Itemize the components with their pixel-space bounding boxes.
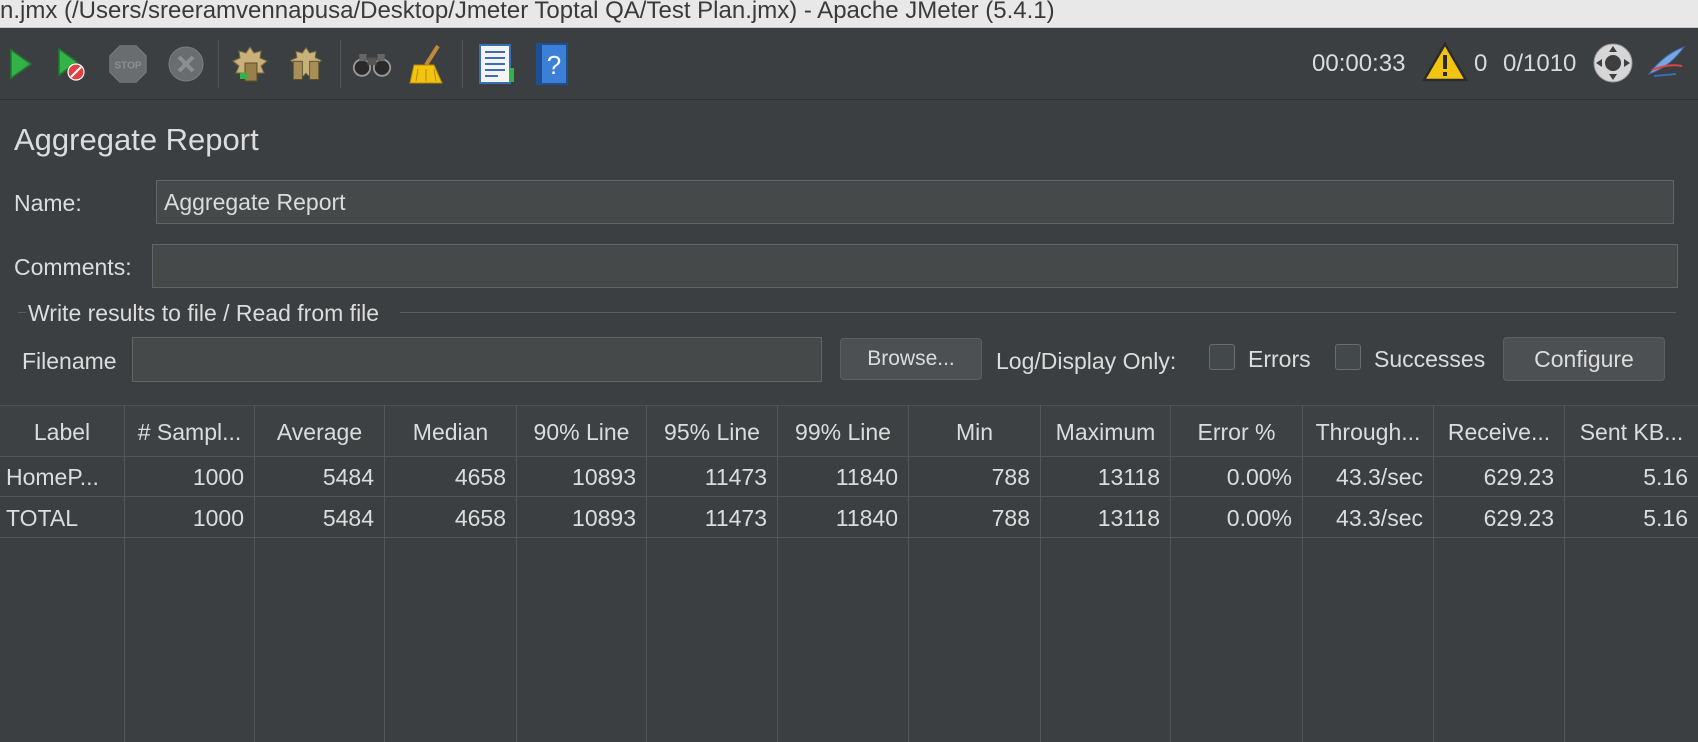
column-header-samples[interactable]: # Sampl... [125, 406, 254, 458]
column-header-median[interactable]: Median [385, 406, 516, 458]
clear-icon[interactable] [230, 42, 270, 86]
column-divider [908, 405, 909, 742]
table-cell: 4658 [454, 504, 506, 531]
column-header-label[interactable]: Label [0, 406, 124, 458]
table-cell: 1000 [192, 463, 244, 490]
window-title: n.jmx (/Users/sreeramvennapusa/Desktop/J… [0, 0, 1055, 24]
table-cell: 13118 [1097, 504, 1160, 531]
results-table: Label # Sampl... Average Median 90% Line… [0, 405, 1698, 742]
column-divider [646, 405, 647, 742]
comments-field[interactable] [152, 244, 1678, 288]
table-cell: HomeP... [6, 463, 99, 490]
column-header-maximum[interactable]: Maximum [1041, 406, 1170, 458]
table-cell: 4658 [454, 463, 506, 490]
clear-all-icon[interactable] [286, 42, 326, 86]
toolbar-separator [340, 40, 341, 88]
name-label: Name: [14, 190, 82, 216]
filename-field[interactable] [132, 337, 822, 382]
table-cell: 43.3/sec [1336, 504, 1423, 531]
table-cell: 10893 [572, 504, 636, 531]
shutdown-icon[interactable] [166, 42, 206, 86]
column-divider [1564, 405, 1565, 742]
svg-text:?: ? [547, 50, 561, 80]
comments-label: Comments: [14, 254, 132, 280]
table-cell: 11840 [835, 463, 898, 490]
start-icon[interactable] [0, 42, 40, 86]
table-cell: 10893 [572, 463, 636, 490]
table-cell: 629.23 [1483, 504, 1554, 531]
column-header-throughput[interactable]: Through... [1303, 406, 1433, 458]
column-header-95-line[interactable]: 95% Line [647, 406, 777, 458]
column-divider [124, 405, 125, 742]
column-divider [516, 405, 517, 742]
table-cell: 5.16 [1643, 504, 1688, 531]
table-cell: 11473 [704, 504, 767, 531]
column-header-error-percent[interactable]: Error % [1171, 406, 1302, 458]
name-field[interactable] [156, 180, 1674, 224]
table-cell: 5484 [322, 504, 374, 531]
toolbar-separator [218, 40, 219, 88]
column-divider [1040, 405, 1041, 742]
browse-button[interactable]: Browse... [840, 338, 982, 380]
column-header-sent[interactable]: Sent KB... [1565, 406, 1698, 458]
table-cell: 1000 [192, 504, 244, 531]
file-group-title: Write results to file / Read from file [28, 300, 380, 326]
table-cell: 13118 [1097, 463, 1160, 490]
toolbar-separator [462, 40, 463, 88]
log-display-label: Log/Display Only: [996, 348, 1177, 374]
column-header-90-line[interactable]: 90% Line [517, 406, 646, 458]
column-divider [384, 405, 385, 742]
jmeter-feather-icon [1646, 44, 1686, 85]
reset-search-icon[interactable] [408, 42, 448, 86]
warning-icon[interactable] [1421, 41, 1469, 87]
table-cell: 5484 [322, 463, 374, 490]
column-divider [1302, 405, 1303, 742]
table-cell: 788 [991, 463, 1030, 490]
table-cell: 0.00% [1226, 463, 1292, 490]
errors-checkbox[interactable] [1209, 344, 1235, 370]
column-header-received[interactable]: Receive... [1434, 406, 1564, 458]
remote-engines-icon[interactable] [1592, 42, 1634, 89]
column-header-min[interactable]: Min [909, 406, 1040, 458]
search-icon[interactable] [352, 42, 392, 86]
filename-label: Filename [22, 348, 117, 374]
table-cell: TOTAL [6, 504, 78, 531]
table-cell: 43.3/sec [1336, 463, 1423, 490]
elapsed-time: 00:00:33 [1312, 50, 1406, 77]
stop-icon[interactable]: STOP [108, 42, 148, 86]
column-divider [254, 405, 255, 742]
column-divider [1433, 405, 1434, 742]
configure-button[interactable]: Configure [1503, 337, 1665, 381]
page-title: Aggregate Report [14, 122, 259, 157]
column-divider [777, 405, 778, 742]
table-cell: 629.23 [1483, 463, 1554, 490]
start-no-pauses-icon[interactable] [50, 42, 90, 86]
table-cell: 11840 [835, 504, 898, 531]
successes-checkbox[interactable] [1335, 344, 1361, 370]
table-cell: 5.16 [1643, 463, 1688, 490]
column-header-average[interactable]: Average [255, 406, 384, 458]
table-cell: 788 [991, 504, 1030, 531]
successes-label: Successes [1374, 346, 1486, 372]
table-cell: 11473 [704, 463, 767, 490]
help-icon[interactable]: ? [532, 42, 572, 86]
group-border [18, 312, 26, 313]
function-helper-icon[interactable] [476, 42, 516, 86]
window-title-bar: n.jmx (/Users/sreeramvennapusa/Desktop/J… [0, 0, 1698, 28]
column-header-99-line[interactable]: 99% Line [778, 406, 908, 458]
errors-label: Errors [1248, 346, 1311, 372]
warning-count: 0 [1474, 50, 1488, 77]
svg-text:STOP: STOP [114, 61, 141, 72]
column-divider [1170, 405, 1171, 742]
table-cell: 0.00% [1226, 504, 1292, 531]
thread-count: 0/1010 [1503, 50, 1577, 77]
group-border [400, 312, 1676, 313]
